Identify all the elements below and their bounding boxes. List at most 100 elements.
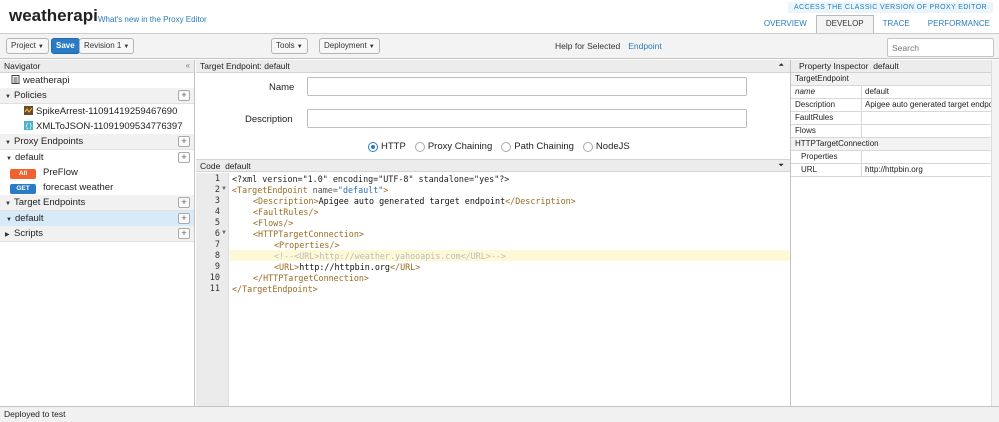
radio-unselected-icon xyxy=(582,141,593,152)
radio-proxy-chaining[interactable]: Proxy Chaining xyxy=(414,141,492,152)
property-value[interactable]: http://httpbin.org xyxy=(863,164,999,176)
code-file-label: default xyxy=(225,161,251,171)
property-key: Properties xyxy=(791,151,862,163)
line-number: 8 xyxy=(214,251,220,261)
property-value[interactable]: Apigee auto generated target endpoint xyxy=(863,99,999,111)
tab-develop[interactable]: DEVELOP xyxy=(815,15,874,33)
collapse-icon[interactable]: « xyxy=(186,60,190,72)
radio-unselected-icon xyxy=(501,141,512,152)
target-type-radio-group: HTTP Proxy Chaining Path Chaining NodeJS xyxy=(368,141,630,152)
collapse-up-icon[interactable]: ⏶ xyxy=(778,60,784,72)
scripts-section[interactable]: ▶ Scripts + xyxy=(0,226,194,242)
policy-item-spikearrest[interactable]: SpikeArrest-11091419259467690 xyxy=(0,104,194,119)
name-field[interactable] xyxy=(307,77,747,96)
chevron-down-icon: ▼ xyxy=(37,44,44,50)
inspector-scrollbar[interactable] xyxy=(991,60,999,406)
add-target-endpoint-button[interactable]: + xyxy=(178,197,190,208)
xml-to-json-policy-icon: {} xyxy=(24,121,33,130)
property-row-faultrules[interactable]: FaultRules xyxy=(791,112,999,125)
add-policy-button[interactable]: + xyxy=(178,90,190,101)
flow-item-forecast-weather[interactable]: GET forecast weather xyxy=(0,180,194,195)
property-row-url[interactable]: URL http://httpbin.org xyxy=(791,164,999,177)
whats-new-link[interactable]: What's new in the Proxy Editor xyxy=(98,15,207,24)
code-line: <?xml version="1.0" encoding="UTF-8" sta… xyxy=(232,174,510,184)
code-line: <Properties/> xyxy=(274,240,340,250)
radio-selected-icon xyxy=(368,141,378,152)
description-field[interactable] xyxy=(307,109,747,128)
target-endpoint-default[interactable]: ▼ default + xyxy=(0,211,194,226)
property-value[interactable]: default xyxy=(863,86,999,98)
code-header: Code default ⏷ xyxy=(196,159,790,172)
fold-arrow-icon[interactable]: ▼ xyxy=(221,186,227,192)
app-header: weatherapi What's new in the Proxy Edito… xyxy=(0,0,999,33)
property-row-flows[interactable]: Flows xyxy=(791,125,999,138)
main-tabs: OVERVIEW DEVELOP TRACE PERFORMANCE xyxy=(755,15,999,33)
tab-trace[interactable]: TRACE xyxy=(874,15,919,33)
add-target-flow-button[interactable]: + xyxy=(178,213,190,224)
help-label: Help for Selected xyxy=(555,41,621,51)
search-input[interactable] xyxy=(887,38,994,57)
proxy-endpoint-default[interactable]: ▼ default + xyxy=(0,150,194,165)
collapse-down-icon[interactable]: ⏷ xyxy=(778,160,784,172)
chevron-down-icon: ▼ xyxy=(368,44,375,50)
editor-panel: Target Endpoint: default ⏶ Name Descript… xyxy=(196,60,790,406)
radio-http[interactable]: HTTP xyxy=(368,141,406,152)
proxy-endpoint-label: default xyxy=(15,152,44,163)
verb-badge: All xyxy=(10,169,36,179)
code-line: <Flows/> xyxy=(253,218,294,228)
expanded-triangle-icon: ▼ xyxy=(5,94,11,100)
property-key: Description xyxy=(791,99,862,111)
tab-overview[interactable]: OVERVIEW xyxy=(755,15,816,33)
revision-label: Revision 1 xyxy=(84,41,122,50)
flow-item-preflow[interactable]: All PreFlow xyxy=(0,165,194,180)
proxy-endpoints-section[interactable]: ▼ Proxy Endpoints + xyxy=(0,134,194,150)
xml-tag: <URL> xyxy=(274,262,300,272)
deployment-menu-button[interactable]: Deployment ▼ xyxy=(319,38,380,54)
tools-menu-button[interactable]: Tools ▼ xyxy=(271,38,308,54)
svg-text:{}: {} xyxy=(25,123,33,130)
xml-tag: </Description> xyxy=(505,196,576,206)
collapsed-triangle-icon: ▶ xyxy=(5,232,10,238)
fold-arrow-icon[interactable]: ▼ xyxy=(221,230,227,236)
radio-unselected-icon xyxy=(414,141,425,152)
add-script-button[interactable]: + xyxy=(178,228,190,239)
property-value[interactable] xyxy=(863,125,999,137)
code-label: Code xyxy=(200,161,221,171)
code-editor[interactable]: <?xml version="1.0" encoding="UTF-8" sta… xyxy=(230,173,790,406)
save-button[interactable]: Save xyxy=(51,38,80,54)
expanded-triangle-icon: ▼ xyxy=(5,201,11,207)
verb-badge: GET xyxy=(10,184,36,194)
spike-arrest-policy-icon xyxy=(24,106,33,115)
document-icon xyxy=(11,75,20,84)
radio-label: HTTP xyxy=(381,141,406,152)
xml-attr: name= xyxy=(307,185,338,195)
help-endpoint-link[interactable]: Endpoint xyxy=(628,41,662,51)
radio-path-chaining[interactable]: Path Chaining xyxy=(501,141,574,152)
property-row-name[interactable]: name default xyxy=(791,86,999,99)
tools-label: Tools xyxy=(276,41,295,50)
scripts-label: Scripts xyxy=(14,228,44,239)
radio-nodejs[interactable]: NodeJS xyxy=(582,141,630,152)
radio-label: NodeJS xyxy=(595,141,630,152)
proxy-root-item[interactable]: weatherapi xyxy=(0,73,194,88)
line-number-gutter: 1 2 ▼ 3 4 5 6 ▼ 7 8 9 10 11 xyxy=(196,173,229,406)
revision-menu-button[interactable]: Revision 1 ▼ xyxy=(79,38,135,54)
code-line: <HTTPTargetConnection> xyxy=(253,229,364,239)
target-endpoints-section[interactable]: ▼ Target Endpoints + xyxy=(0,195,194,211)
property-value[interactable] xyxy=(863,112,999,124)
tab-performance[interactable]: PERFORMANCE xyxy=(919,15,999,33)
property-row-properties[interactable]: Properties xyxy=(791,151,999,164)
status-bar: Deployed to test xyxy=(0,406,999,422)
policy-item-xmltojson[interactable]: {} XMLToJSON-11091909534776397 xyxy=(0,119,194,134)
add-flow-button[interactable]: + xyxy=(178,152,190,163)
property-key: TargetEndpoint xyxy=(795,74,849,83)
property-row-description[interactable]: Description Apigee auto generated target … xyxy=(791,99,999,112)
proxy-endpoints-label: Proxy Endpoints xyxy=(14,136,84,147)
policies-section[interactable]: ▼ Policies + xyxy=(0,88,194,104)
property-value[interactable] xyxy=(863,151,999,163)
add-proxy-endpoint-button[interactable]: + xyxy=(178,136,190,147)
line-number: 5 xyxy=(214,218,220,228)
proxy-title: weatherapi xyxy=(9,6,98,25)
project-menu-button[interactable]: Project ▼ xyxy=(6,38,49,54)
classic-editor-link[interactable]: ACCESS THE CLASSIC VERSION OF PROXY EDIT… xyxy=(787,2,993,13)
